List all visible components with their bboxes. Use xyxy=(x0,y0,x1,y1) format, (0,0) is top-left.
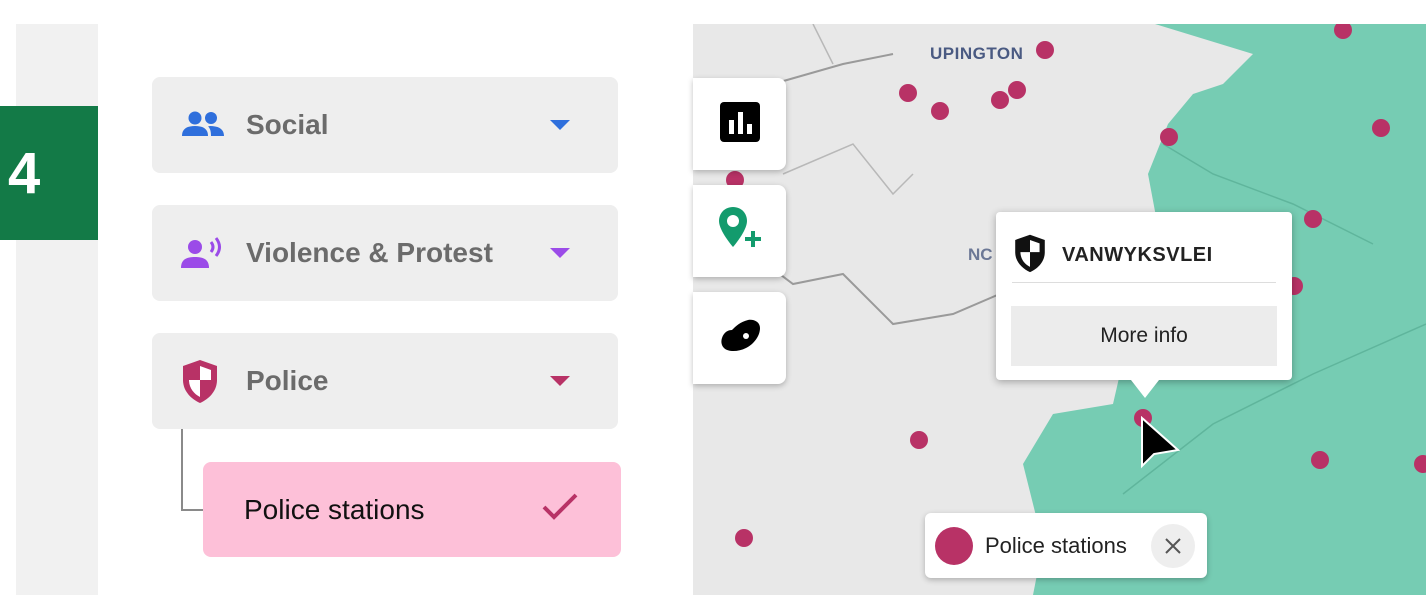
chevron-down-icon[interactable] xyxy=(550,120,570,130)
south-africa-map-icon xyxy=(718,318,762,359)
police-station-marker[interactable] xyxy=(1036,41,1054,59)
legend-label: Police stations xyxy=(985,532,1127,558)
checkmark-icon xyxy=(541,492,579,527)
police-station-marker[interactable] xyxy=(899,84,917,102)
police-station-marker[interactable] xyxy=(910,431,928,449)
police-station-marker[interactable] xyxy=(1160,128,1178,146)
police-station-marker[interactable] xyxy=(1311,451,1329,469)
people-icon xyxy=(180,105,226,145)
category-label: Social xyxy=(246,109,329,140)
town-label-partial: NC xyxy=(968,245,993,264)
popup-arrow xyxy=(1131,380,1159,398)
police-station-marker[interactable] xyxy=(1372,119,1390,137)
station-popup: VANWYKSVLEI More info xyxy=(996,212,1292,380)
chart-button[interactable] xyxy=(693,78,786,170)
police-shield-icon xyxy=(180,360,226,403)
police-station-marker[interactable] xyxy=(1304,210,1322,228)
sub-item-label: Police stations xyxy=(244,493,425,525)
close-icon[interactable] xyxy=(1151,523,1195,568)
mouse-cursor-icon xyxy=(1141,416,1181,469)
tree-connector xyxy=(181,509,203,511)
police-station-marker[interactable] xyxy=(991,91,1009,109)
popup-title: VANWYKSVLEI xyxy=(1062,243,1213,266)
category-police[interactable]: Police xyxy=(152,333,618,429)
map-legend: Police stations xyxy=(925,513,1207,578)
category-social[interactable]: Social xyxy=(152,77,618,173)
legend-dot xyxy=(935,526,973,565)
country-view-button[interactable] xyxy=(693,292,786,384)
step-badge: 4 xyxy=(0,106,100,240)
chevron-down-icon[interactable] xyxy=(550,376,570,386)
add-location-button[interactable] xyxy=(693,185,786,277)
category-label: Police xyxy=(246,365,329,396)
town-label: UPINGTON xyxy=(930,44,1024,63)
police-station-marker[interactable] xyxy=(931,102,949,120)
category-label: Violence & Protest xyxy=(246,237,493,268)
police-station-marker[interactable] xyxy=(735,529,753,547)
police-shield-icon xyxy=(1012,233,1048,278)
megaphone-person-icon xyxy=(180,233,226,273)
chevron-down-icon[interactable] xyxy=(550,248,570,258)
category-violence-protest[interactable]: Violence & Protest xyxy=(152,205,618,301)
sub-item-police-stations[interactable]: Police stations xyxy=(203,462,621,557)
more-info-button[interactable]: More info xyxy=(1011,306,1277,366)
chart-icon xyxy=(719,101,760,147)
police-station-marker[interactable] xyxy=(1008,81,1026,99)
tree-connector xyxy=(181,429,183,511)
popup-header: VANWYKSVLEI xyxy=(1012,228,1276,283)
add-location-icon xyxy=(717,205,763,258)
